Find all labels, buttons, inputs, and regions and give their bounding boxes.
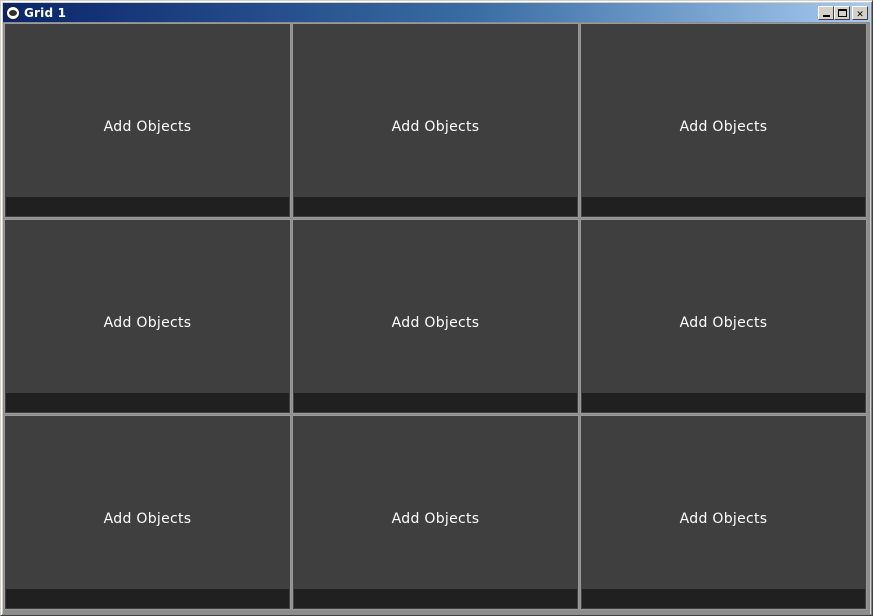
add-objects-label[interactable]: Add Objects [5, 511, 290, 527]
minimize-button[interactable] [818, 6, 834, 20]
add-objects-label[interactable]: Add Objects [581, 119, 866, 135]
grid-cell-2-3[interactable]: Add Objects [580, 219, 867, 414]
window-title: Grid 1 [24, 5, 67, 20]
add-objects-label[interactable]: Add Objects [5, 119, 290, 135]
add-objects-label[interactable]: Add Objects [293, 511, 578, 527]
close-button[interactable]: ✕ [852, 6, 868, 20]
add-objects-label[interactable]: Add Objects [293, 119, 578, 135]
title-bar[interactable]: Grid 1 ✕ [3, 3, 870, 22]
add-objects-label[interactable]: Add Objects [293, 315, 578, 331]
add-objects-label[interactable]: Add Objects [581, 315, 866, 331]
grid-cell-1-3[interactable]: Add Objects [580, 23, 867, 218]
cell-status-bar [6, 197, 289, 216]
maximize-icon [837, 9, 847, 17]
grid-window: Grid 1 ✕ Add Objects Add Objects Add Obj… [0, 0, 873, 616]
cell-status-bar [6, 393, 289, 412]
grid-cell-2-1[interactable]: Add Objects [4, 219, 291, 414]
cell-status-bar [582, 589, 865, 608]
grid-cell-1-1[interactable]: Add Objects [4, 23, 291, 218]
cell-status-bar [294, 393, 577, 412]
grid-cell-1-2[interactable]: Add Objects [292, 23, 579, 218]
viewport-grid: Add Objects Add Objects Add Objects Add … [3, 22, 870, 615]
grid-cell-2-2[interactable]: Add Objects [292, 219, 579, 414]
maximize-button[interactable] [834, 6, 850, 20]
grid-cell-3-2[interactable]: Add Objects [292, 415, 579, 610]
cell-status-bar [582, 393, 865, 412]
add-objects-label[interactable]: Add Objects [581, 511, 866, 527]
cell-status-bar [294, 589, 577, 608]
minimize-icon [822, 15, 830, 17]
cell-status-bar [6, 589, 289, 608]
cell-status-bar [294, 197, 577, 216]
app-eye-icon[interactable] [6, 5, 20, 20]
grid-cell-3-3[interactable]: Add Objects [580, 415, 867, 610]
add-objects-label[interactable]: Add Objects [5, 315, 290, 331]
close-icon: ✕ [856, 6, 864, 20]
cell-status-bar [582, 197, 865, 216]
grid-cell-3-1[interactable]: Add Objects [4, 415, 291, 610]
